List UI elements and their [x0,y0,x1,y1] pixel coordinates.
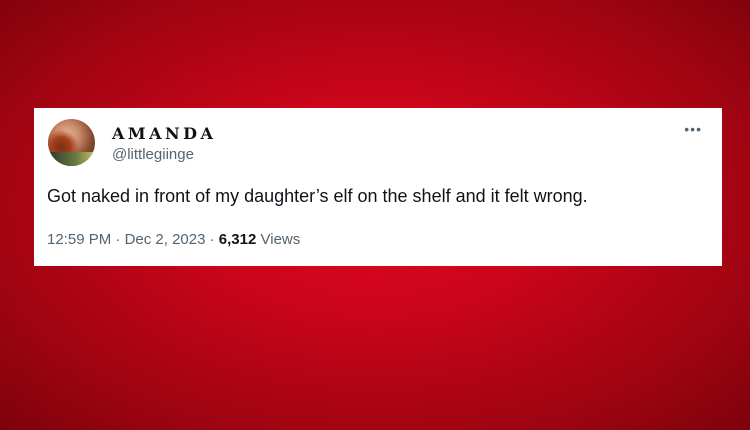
tweet-time[interactable]: 12:59 PM [47,231,111,248]
display-name[interactable]: AMANDA [112,124,216,143]
page-background: { "tweet": { "display_name": "AMANDA", "… [0,0,750,430]
avatar[interactable] [48,119,95,166]
user-handle[interactable]: @littlegiinge [112,146,194,163]
tweet-meta: 12:59 PM · Dec 2, 2023 · 6,312 Views [47,231,300,248]
avatar-shirt [48,152,95,166]
views-count[interactable]: 6,312 [219,231,257,248]
meta-separator: · [115,231,121,248]
meta-separator: · [209,231,215,248]
views-label: Views [260,231,301,248]
tweet-card: AMANDA @littlegiinge ••• Got naked in fr… [34,108,722,266]
more-horizontal-icon[interactable]: ••• [684,122,702,136]
tweet-text: Got naked in front of my daughter’s elf … [47,186,588,206]
tweet-date[interactable]: Dec 2, 2023 [125,231,206,248]
